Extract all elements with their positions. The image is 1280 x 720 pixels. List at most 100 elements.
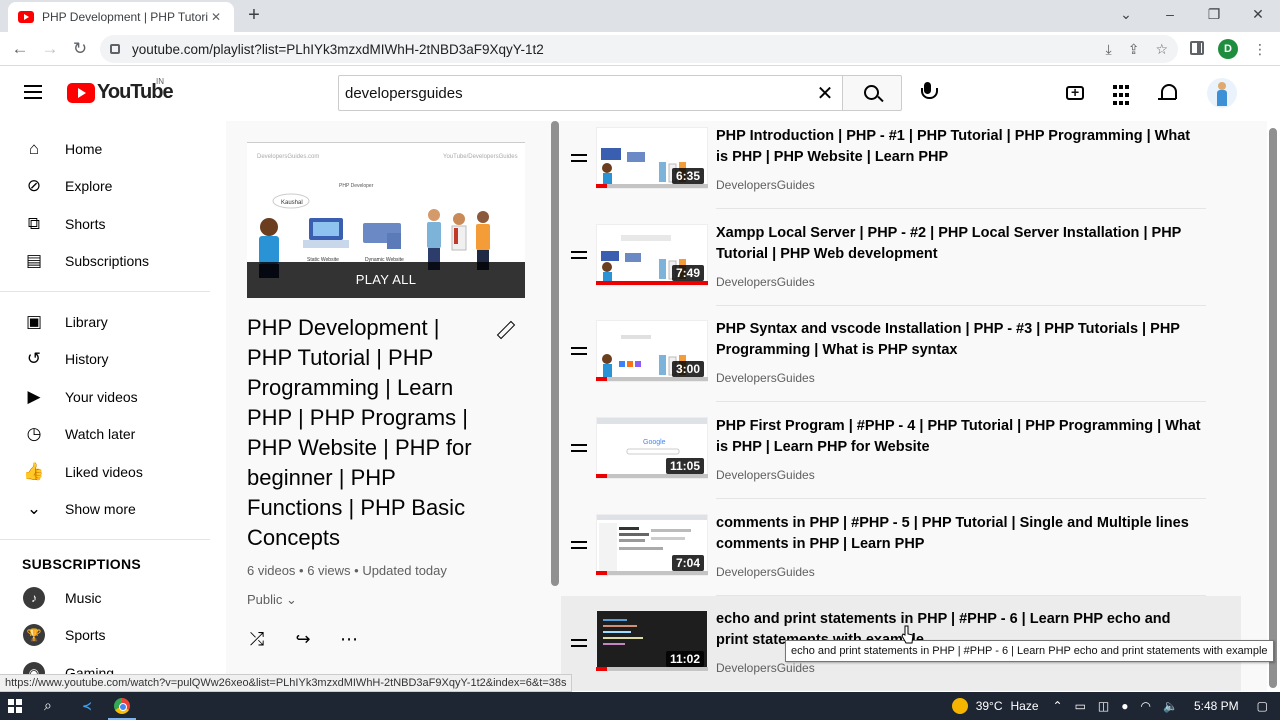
video-channel[interactable]: DevelopersGuides: [716, 178, 815, 192]
video-channel[interactable]: DevelopersGuides: [716, 661, 815, 675]
guide-item-watch-later[interactable]: ◷ Watch later: [12, 415, 212, 452]
bookmark-star-icon[interactable]: ☆: [1155, 41, 1168, 58]
video-thumbnail[interactable]: 3:00: [596, 320, 708, 382]
profile-avatar[interactable]: D: [1218, 39, 1238, 59]
drag-handle-icon[interactable]: [571, 444, 587, 452]
video-thumbnail[interactable]: 7:04: [596, 514, 708, 576]
playlist-video-row[interactable]: 7:04 comments in PHP | #PHP - 5 | PHP Tu…: [561, 508, 1241, 604]
guide-item-sports[interactable]: 🏆 Sports: [12, 616, 212, 653]
forward-icon[interactable]: →: [38, 38, 62, 60]
weather-condition[interactable]: Haze: [1011, 699, 1039, 713]
back-icon[interactable]: ←: [8, 38, 32, 60]
tray-chevron-icon[interactable]: ⌃: [1053, 699, 1063, 713]
video-title[interactable]: Xampp Local Server | PHP - #2 | PHP Loca…: [716, 223, 1201, 265]
voice-search-icon[interactable]: [918, 81, 938, 105]
address-bar[interactable]: youtube.com/playlist?list=PLhIYk3mzxdMIW…: [100, 35, 1178, 63]
guide-item-show-more[interactable]: ⌄ Show more: [12, 490, 212, 527]
shorts-icon: ⧉: [27, 213, 41, 233]
drag-handle-icon[interactable]: [571, 541, 587, 549]
video-title[interactable]: comments in PHP | #PHP - 5 | PHP Tutoria…: [716, 513, 1201, 555]
video-channel[interactable]: DevelopersGuides: [716, 468, 815, 482]
guide-item-subscriptions[interactable]: ▤ Subscriptions: [12, 242, 212, 279]
chrome-icon[interactable]: [111, 695, 133, 717]
shuffle-icon[interactable]: ⤮: [247, 629, 267, 650]
clock-time[interactable]: 5:48 PM: [1194, 699, 1239, 713]
guide-item-explore[interactable]: ⊘ Explore: [12, 167, 212, 204]
tab-search-icon[interactable]: ⌄: [1104, 0, 1148, 32]
playlist-video-row[interactable]: Google 11:05 PHP First Program | #PHP - …: [561, 411, 1241, 507]
window-controls: ⌄ – ❐ ✕: [1104, 0, 1280, 32]
guide-item-label: Your videos: [65, 388, 138, 405]
video-channel[interactable]: DevelopersGuides: [716, 565, 815, 579]
edit-pencil-icon[interactable]: [496, 321, 514, 339]
search-button[interactable]: [842, 75, 902, 111]
notifications-bell-icon[interactable]: [1158, 82, 1180, 104]
notification-center-icon[interactable]: ▢: [1257, 699, 1268, 713]
video-thumbnail[interactable]: 6:35: [596, 127, 708, 189]
meet-now-icon[interactable]: ◫: [1098, 699, 1109, 713]
drag-handle-icon[interactable]: [571, 251, 587, 259]
drag-handle-icon[interactable]: [571, 154, 587, 162]
playlist-thumbnail[interactable]: DevelopersGuides.com YouTube/DevelopersG…: [247, 142, 525, 298]
youtube-logo[interactable]: YouTube IN: [67, 77, 174, 104]
playlist-video-row[interactable]: 6:35 PHP Introduction | PHP - #1 | PHP T…: [561, 121, 1241, 217]
playlist-video-row[interactable]: 7:49 Xampp Local Server | PHP - #2 | PHP…: [561, 218, 1241, 314]
row-divider: [716, 498, 1206, 499]
microphone-icon[interactable]: ●: [1121, 699, 1128, 713]
guide-item-your-videos[interactable]: ▶ Your videos: [12, 378, 212, 415]
guide-item-music[interactable]: ♪ Music: [12, 579, 212, 616]
windows-start-icon[interactable]: [8, 699, 22, 713]
apps-grid-icon[interactable]: [1113, 85, 1135, 107]
guide-item-shorts[interactable]: ⧉ Shorts: [12, 205, 212, 242]
search-input[interactable]: developersguides ✕: [338, 75, 843, 111]
hamburger-menu-icon[interactable]: [24, 85, 42, 99]
wifi-icon[interactable]: ◠: [1141, 699, 1151, 713]
video-title[interactable]: PHP First Program | #PHP - 4 | PHP Tutor…: [716, 416, 1201, 458]
guide-item-home[interactable]: ⌂ Home: [12, 130, 212, 167]
playlist-header-scrollbar[interactable]: [551, 121, 559, 586]
taskbar-search-icon[interactable]: ⌕: [44, 697, 52, 714]
browser-tab[interactable]: PHP Development | PHP Tutorial ✕: [8, 2, 234, 32]
close-window-icon[interactable]: ✕: [1236, 0, 1280, 32]
vscode-icon[interactable]: ≺: [76, 695, 98, 717]
watch-progress-fill: [596, 377, 608, 381]
lock-icon[interactable]: [110, 44, 120, 54]
country-code: IN: [156, 77, 164, 86]
restore-icon[interactable]: ❐: [1192, 0, 1236, 32]
video-channel[interactable]: DevelopersGuides: [716, 275, 815, 289]
guide-item-history[interactable]: ↺ History: [12, 340, 212, 377]
more-actions-icon[interactable]: ⋯: [339, 629, 359, 650]
tab-close-icon[interactable]: ✕: [208, 10, 224, 24]
browser-menu-icon[interactable]: ⋮: [1252, 39, 1268, 59]
share-icon[interactable]: ↪: [293, 629, 313, 650]
privacy-dropdown[interactable]: Public ⌄: [247, 592, 297, 608]
share-icon[interactable]: ⇪: [1128, 41, 1140, 58]
video-thumbnail[interactable]: Google 11:05: [596, 417, 708, 479]
account-avatar[interactable]: [1207, 78, 1237, 108]
drag-handle-icon[interactable]: [571, 639, 587, 647]
side-panel-icon[interactable]: [1190, 41, 1204, 55]
clear-search-icon[interactable]: ✕: [808, 81, 842, 106]
guide-item-label: History: [65, 350, 109, 367]
guide-item-library[interactable]: ▣ Library: [12, 303, 212, 340]
create-video-icon[interactable]: [1066, 84, 1084, 100]
weather-sun-icon[interactable]: [951, 698, 968, 714]
minimize-icon[interactable]: –: [1148, 0, 1192, 32]
video-list-scrollbar[interactable]: [1269, 128, 1277, 688]
video-title[interactable]: PHP Syntax and vscode Installation | PHP…: [716, 319, 1201, 361]
video-thumbnail[interactable]: 11:02: [596, 610, 708, 672]
reload-icon[interactable]: ↻: [68, 38, 92, 60]
video-thumbnail[interactable]: 7:49: [596, 224, 708, 286]
playlist-video-row[interactable]: 3:00 PHP Syntax and vscode Installation …: [561, 314, 1241, 410]
temperature[interactable]: 39°C: [976, 699, 1003, 713]
new-tab-button[interactable]: +: [244, 4, 264, 28]
chevron-down-icon: ⌄: [286, 592, 297, 607]
play-all-button[interactable]: PLAY ALL: [247, 262, 525, 298]
video-channel[interactable]: DevelopersGuides: [716, 371, 815, 385]
guide-item-liked-videos[interactable]: 👍 Liked videos: [12, 453, 212, 490]
network-icon[interactable]: ▭: [1075, 699, 1086, 713]
install-app-icon[interactable]: ⤓: [1106, 41, 1112, 58]
drag-handle-icon[interactable]: [571, 347, 587, 355]
video-title[interactable]: PHP Introduction | PHP - #1 | PHP Tutori…: [716, 126, 1201, 168]
volume-icon[interactable]: 🔈: [1163, 699, 1178, 713]
